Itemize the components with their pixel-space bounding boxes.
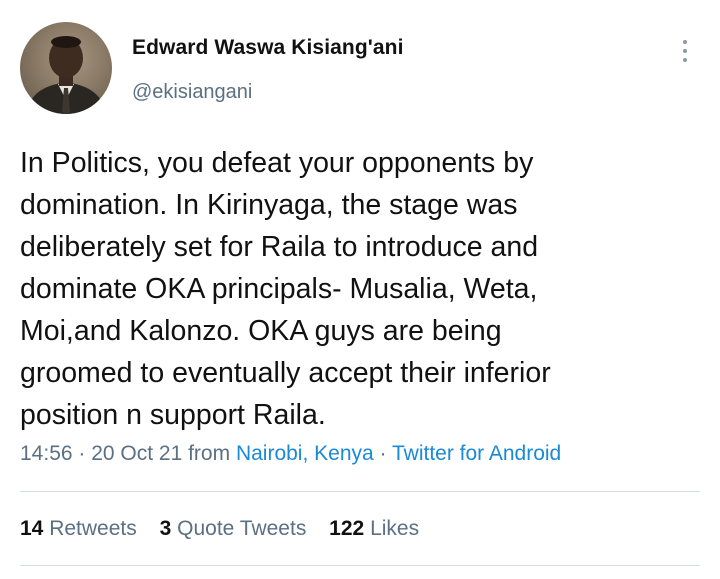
tweet-text-line: dominate OKA principals- Musalia, Weta, (20, 273, 538, 305)
more-options-icon[interactable] (677, 40, 693, 64)
tweet-text-line: position n support Raila. (20, 399, 326, 431)
tweet-stats: 14 Retweets 3 Quote Tweets 122 Likes (20, 517, 436, 541)
tweet-text: In Politics, you defeat your opponents b… (20, 142, 710, 436)
tweet-text-line: In Politics, you defeat your opponents b… (20, 147, 534, 179)
avatar[interactable] (20, 22, 112, 114)
retweets-count: 14 (20, 517, 44, 540)
tweet-source-link[interactable]: Twitter for Android (392, 442, 561, 465)
likes-label: Likes (370, 517, 420, 540)
quote-tweets-label: Quote Tweets (177, 517, 307, 540)
likes-count: 122 (329, 517, 365, 540)
meta-separator: · (373, 442, 392, 465)
tweet-text-line: domination. In Kirinyaga, the stage was (20, 189, 518, 221)
author-display-name[interactable]: Edward Waswa Kisiang'ani (132, 36, 404, 60)
quote-tweets-stat[interactable]: 3 Quote Tweets (160, 517, 307, 540)
author-handle[interactable]: @ekisiangani (132, 81, 252, 104)
retweets-stat[interactable]: 14 Retweets (20, 517, 137, 540)
tweet-location-link[interactable]: Nairobi, Kenya (236, 442, 374, 465)
tweet-meta: 14:56 · 20 Oct 21 from Nairobi, Kenya · … (20, 442, 561, 466)
divider (20, 565, 700, 566)
divider (20, 491, 700, 492)
tweet-text-line: groomed to eventually accept their infer… (20, 357, 551, 389)
quote-tweets-count: 3 (159, 517, 172, 540)
likes-stat[interactable]: 122 Likes (329, 517, 419, 540)
tweet-text-line: Moi,and Kalonzo. OKA guys are being (20, 315, 502, 347)
avatar-photo-icon (26, 36, 106, 114)
tweet-text-line: deliberately set for Raila to introduce … (20, 231, 539, 263)
tweet-timestamp: 14:56 · 20 Oct 21 from (20, 442, 236, 465)
retweets-label: Retweets (49, 517, 137, 540)
